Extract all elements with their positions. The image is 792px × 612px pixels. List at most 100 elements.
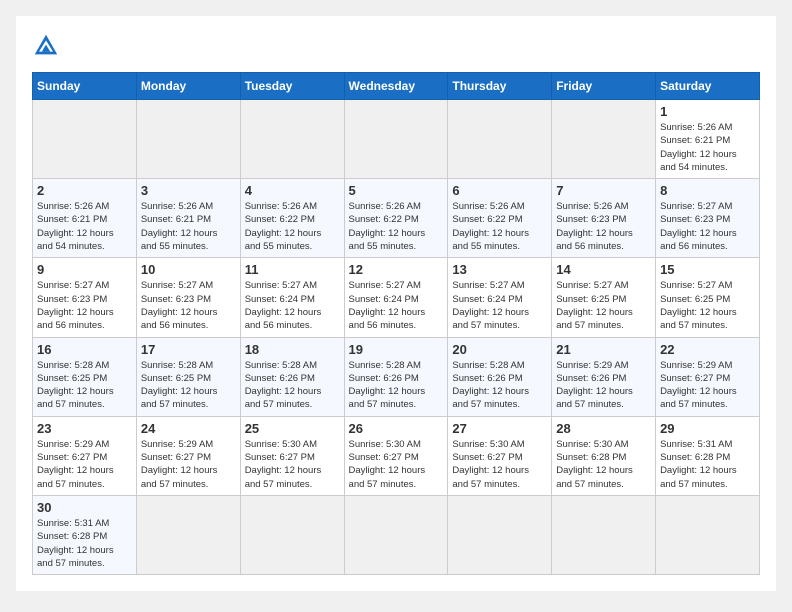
day-number: 15: [660, 262, 755, 277]
day-number: 3: [141, 183, 236, 198]
header: [32, 32, 760, 60]
day-info: Sunrise: 5:26 AMSunset: 6:21 PMDaylight:…: [37, 200, 132, 253]
weekday-header-thursday: Thursday: [448, 73, 552, 100]
day-info: Sunrise: 5:26 AMSunset: 6:22 PMDaylight:…: [349, 200, 444, 253]
calendar-cell: 6 Sunrise: 5:26 AMSunset: 6:22 PMDaylight…: [448, 179, 552, 258]
calendar-cell: 7 Sunrise: 5:26 AMSunset: 6:23 PMDaylight…: [552, 179, 656, 258]
day-number: 27: [452, 421, 547, 436]
day-number: 20: [452, 342, 547, 357]
day-info: Sunrise: 5:27 AMSunset: 6:23 PMDaylight:…: [660, 200, 755, 253]
page: SundayMondayTuesdayWednesdayThursdayFrid…: [16, 16, 776, 591]
day-number: 10: [141, 262, 236, 277]
day-number: 18: [245, 342, 340, 357]
week-row-4: 16 Sunrise: 5:28 AMSunset: 6:25 PMDayligh…: [33, 337, 760, 416]
calendar-cell: 11Sunrise: 5:27 AMSunset: 6:24 PMDayligh…: [240, 258, 344, 337]
day-number: 2: [37, 183, 132, 198]
weekday-header-monday: Monday: [136, 73, 240, 100]
day-number: 7: [556, 183, 651, 198]
calendar-cell: 26 Sunrise: 5:30 AMSunset: 6:27 PMDayligh…: [344, 416, 448, 495]
day-info: Sunrise: 5:30 AMSunset: 6:27 PMDaylight:…: [452, 438, 547, 491]
day-number: 12: [349, 262, 444, 277]
day-number: 29: [660, 421, 755, 436]
calendar-cell: 9Sunrise: 5:27 AMSunset: 6:23 PMDaylight…: [33, 258, 137, 337]
day-info: Sunrise: 5:26 AMSunset: 6:22 PMDaylight:…: [245, 200, 340, 253]
calendar-cell: 2 Sunrise: 5:26 AMSunset: 6:21 PMDaylight…: [33, 179, 137, 258]
calendar-cell: 14 Sunrise: 5:27 AMSunset: 6:25 PMDayligh…: [552, 258, 656, 337]
day-number: 25: [245, 421, 340, 436]
calendar-cell: [136, 495, 240, 574]
day-info: Sunrise: 5:29 AMSunset: 6:26 PMDaylight:…: [556, 359, 651, 412]
calendar-body: 1Sunrise: 5:26 AMSunset: 6:21 PMDaylight…: [33, 100, 760, 575]
calendar-cell: 3Sunrise: 5:26 AMSunset: 6:21 PMDaylight…: [136, 179, 240, 258]
day-info: Sunrise: 5:28 AMSunset: 6:26 PMDaylight:…: [245, 359, 340, 412]
calendar-cell: [448, 100, 552, 179]
day-info: Sunrise: 5:28 AMSunset: 6:26 PMDaylight:…: [349, 359, 444, 412]
calendar-cell: [552, 495, 656, 574]
day-number: 4: [245, 183, 340, 198]
calendar-cell: 13 Sunrise: 5:27 AMSunset: 6:24 PMDayligh…: [448, 258, 552, 337]
day-number: 16: [37, 342, 132, 357]
day-number: 8: [660, 183, 755, 198]
calendar-cell: [240, 100, 344, 179]
day-info: Sunrise: 5:27 AMSunset: 6:25 PMDaylight:…: [556, 279, 651, 332]
calendar-cell: 10 Sunrise: 5:27 AMSunset: 6:23 PMDayligh…: [136, 258, 240, 337]
weekday-row: SundayMondayTuesdayWednesdayThursdayFrid…: [33, 73, 760, 100]
calendar-cell: 5 Sunrise: 5:26 AMSunset: 6:22 PMDaylight…: [344, 179, 448, 258]
day-info: Sunrise: 5:31 AMSunset: 6:28 PMDaylight:…: [660, 438, 755, 491]
calendar-cell: 25Sunrise: 5:30 AMSunset: 6:27 PMDayligh…: [240, 416, 344, 495]
day-number: 5: [349, 183, 444, 198]
day-info: Sunrise: 5:27 AMSunset: 6:24 PMDaylight:…: [452, 279, 547, 332]
calendar-cell: 15 Sunrise: 5:27 AMSunset: 6:25 PMDayligh…: [656, 258, 760, 337]
calendar-cell: 4 Sunrise: 5:26 AMSunset: 6:22 PMDaylight…: [240, 179, 344, 258]
day-number: 13: [452, 262, 547, 277]
day-info: Sunrise: 5:26 AMSunset: 6:22 PMDaylight:…: [452, 200, 547, 253]
day-number: 14: [556, 262, 651, 277]
weekday-header-wednesday: Wednesday: [344, 73, 448, 100]
calendar-cell: 22Sunrise: 5:29 AMSunset: 6:27 PMDayligh…: [656, 337, 760, 416]
week-row-6: 30Sunrise: 5:31 AMSunset: 6:28 PMDayligh…: [33, 495, 760, 574]
day-info: Sunrise: 5:27 AMSunset: 6:24 PMDaylight:…: [349, 279, 444, 332]
logo-icon: [32, 32, 60, 60]
day-info: Sunrise: 5:29 AMSunset: 6:27 PMDaylight:…: [660, 359, 755, 412]
calendar-cell: [344, 100, 448, 179]
calendar-cell: [136, 100, 240, 179]
day-info: Sunrise: 5:26 AMSunset: 6:21 PMDaylight:…: [660, 121, 755, 174]
calendar: SundayMondayTuesdayWednesdayThursdayFrid…: [32, 72, 760, 575]
calendar-cell: 24Sunrise: 5:29 AMSunset: 6:27 PMDayligh…: [136, 416, 240, 495]
calendar-cell: 19Sunrise: 5:28 AMSunset: 6:26 PMDayligh…: [344, 337, 448, 416]
day-number: 26: [349, 421, 444, 436]
week-row-2: 2 Sunrise: 5:26 AMSunset: 6:21 PMDaylight…: [33, 179, 760, 258]
calendar-cell: 8 Sunrise: 5:27 AMSunset: 6:23 PMDaylight…: [656, 179, 760, 258]
day-info: Sunrise: 5:29 AMSunset: 6:27 PMDaylight:…: [141, 438, 236, 491]
week-row-1: 1Sunrise: 5:26 AMSunset: 6:21 PMDaylight…: [33, 100, 760, 179]
day-number: 6: [452, 183, 547, 198]
day-info: Sunrise: 5:28 AMSunset: 6:26 PMDaylight:…: [452, 359, 547, 412]
calendar-cell: 20 Sunrise: 5:28 AMSunset: 6:26 PMDayligh…: [448, 337, 552, 416]
day-info: Sunrise: 5:27 AMSunset: 6:24 PMDaylight:…: [245, 279, 340, 332]
calendar-cell: [240, 495, 344, 574]
calendar-cell: 21 Sunrise: 5:29 AMSunset: 6:26 PMDayligh…: [552, 337, 656, 416]
day-info: Sunrise: 5:28 AMSunset: 6:25 PMDaylight:…: [37, 359, 132, 412]
day-number: 21: [556, 342, 651, 357]
day-info: Sunrise: 5:26 AMSunset: 6:23 PMDaylight:…: [556, 200, 651, 253]
day-number: 9: [37, 262, 132, 277]
week-row-3: 9 Sunrise: 5:27 AMSunset: 6:23 PMDaylight…: [33, 258, 760, 337]
day-number: 17: [141, 342, 236, 357]
day-info: Sunrise: 5:27 AMSunset: 6:25 PMDaylight:…: [660, 279, 755, 332]
calendar-cell: [448, 495, 552, 574]
day-info: Sunrise: 5:30 AMSunset: 6:27 PMDaylight:…: [349, 438, 444, 491]
calendar-cell: [552, 100, 656, 179]
weekday-header-sunday: Sunday: [33, 73, 137, 100]
calendar-cell: 17Sunrise: 5:28 AMSunset: 6:25 PMDayligh…: [136, 337, 240, 416]
calendar-cell: 18 Sunrise: 5:28 AMSunset: 6:26 PMDayligh…: [240, 337, 344, 416]
weekday-header-tuesday: Tuesday: [240, 73, 344, 100]
calendar-cell: [344, 495, 448, 574]
day-info: Sunrise: 5:27 AMSunset: 6:23 PMDaylight:…: [141, 279, 236, 332]
calendar-cell: [33, 100, 137, 179]
day-number: 28: [556, 421, 651, 436]
day-number: 23: [37, 421, 132, 436]
day-info: Sunrise: 5:30 AMSunset: 6:28 PMDaylight:…: [556, 438, 651, 491]
logo: [32, 32, 64, 60]
calendar-header: SundayMondayTuesdayWednesdayThursdayFrid…: [33, 73, 760, 100]
weekday-header-friday: Friday: [552, 73, 656, 100]
